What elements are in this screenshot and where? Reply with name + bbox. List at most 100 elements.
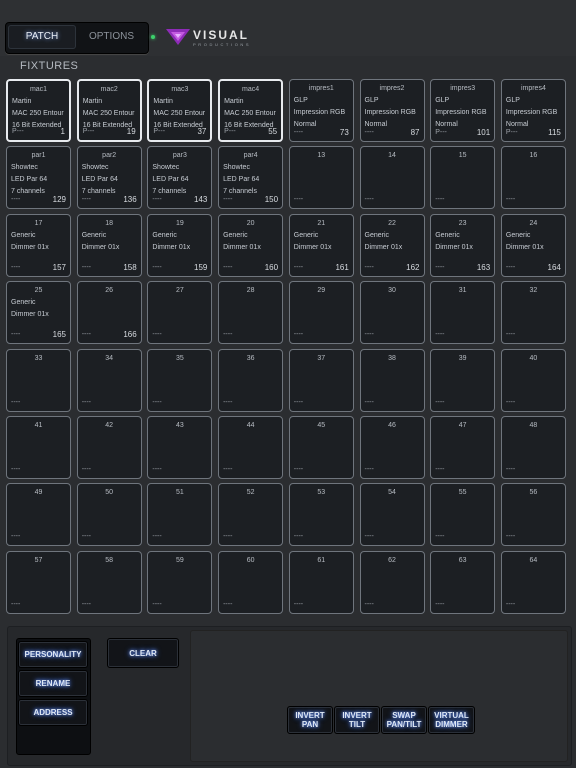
fixture-cell[interactable]: impres4 GLP Impression RGB Normal P--- 115 <box>500 79 566 142</box>
fixture-cell[interactable]: 54 ---- <box>359 483 425 547</box>
fixture-cell[interactable]: impres2 GLP Impression RGB Normal ---- 87 <box>359 79 425 142</box>
swap-pan-tilt-button[interactable]: SWAP PAN/TILT <box>381 706 427 734</box>
fixture-cell[interactable]: 35 ---- <box>147 348 213 412</box>
fixture-address: 87 <box>410 128 420 137</box>
fixture-name: 43 <box>175 422 184 429</box>
fixture-cell[interactable]: 55 ---- <box>430 483 496 547</box>
fixture-flags: ---- <box>152 533 162 541</box>
fixture-cell[interactable]: mac2 Martin MAC 250 Entour 16 Bit Extended P… <box>76 79 142 142</box>
fixture-cell[interactable]: 52 ---- <box>218 483 284 547</box>
fixture-cell[interactable]: 14 ---- <box>359 146 425 210</box>
clear-button[interactable]: CLEAR <box>107 638 179 668</box>
fixture-name: mac1 <box>29 86 48 93</box>
fixture-cell[interactable]: 37 ---- <box>288 348 354 412</box>
fixture-cell[interactable]: mac1 Martin MAC 250 Entour 16 Bit Extended P… <box>6 79 71 142</box>
fixture-cell[interactable]: 15 ---- <box>430 146 496 210</box>
fixture-cell[interactable]: 53 ---- <box>288 483 354 547</box>
invert-pan-button[interactable]: INVERT PAN <box>287 706 333 734</box>
fixture-cell[interactable]: 27 ---- <box>147 281 213 345</box>
fixture-cell[interactable]: 41 ---- <box>6 416 71 479</box>
fixture-cell[interactable]: 23 Generic Dimmer 01x ---- 163 <box>430 213 496 277</box>
fixture-name: 30 <box>388 287 396 295</box>
fixture-cell[interactable]: 56 ---- <box>500 483 566 547</box>
fixture-cell[interactable]: 49 ---- <box>6 483 71 547</box>
fixture-address: 163 <box>476 262 491 272</box>
fixture-cell[interactable]: 51 ---- <box>147 483 213 547</box>
tab-options[interactable]: OPTIONS <box>78 25 145 49</box>
fixture-cell[interactable]: 46 ---- <box>359 416 425 479</box>
fixture-cell[interactable]: 19 Generic Dimmer 01x ---- 159 <box>147 213 213 277</box>
fixture-cell[interactable]: 38 ---- <box>359 348 425 412</box>
fixture-cell[interactable]: 34 ---- <box>76 348 142 412</box>
fixture-flags: ---- <box>152 196 162 204</box>
invert-tilt-button[interactable]: INVERT TILT <box>334 706 380 734</box>
fixture-model: Dimmer 01x <box>11 311 49 319</box>
fixture-cell[interactable]: 63 ---- <box>430 550 496 614</box>
fixture-name: par3 <box>172 152 187 160</box>
fixture-cell[interactable]: 17 Generic Dimmer 01x ---- 157 <box>6 213 71 277</box>
fixture-cell[interactable]: 32 ---- <box>500 281 566 345</box>
fixture-cell[interactable]: 28 ---- <box>218 281 284 345</box>
fixture-cell[interactable]: 48 ---- <box>500 416 566 479</box>
fixture-cell[interactable]: 61 ---- <box>288 550 354 614</box>
fixture-cell[interactable]: par3 Showtec LED Par 64 7 channels ---- 143 <box>147 146 213 210</box>
fixture-cell[interactable]: 62 ---- <box>359 550 425 614</box>
fixture-cell[interactable]: mac4 Martin MAC 250 Entour 16 Bit Extended P… <box>218 79 284 142</box>
fixture-name: impres2 <box>379 85 405 92</box>
tab-patch[interactable]: PATCH <box>8 25 76 49</box>
virtual-dimmer-button[interactable]: VIRTUAL DIMMER <box>428 706 475 734</box>
fixture-cell[interactable]: 18 Generic Dimmer 01x ---- 158 <box>76 213 142 277</box>
fixture-model: Impression RGB <box>293 109 346 116</box>
fixture-name: 26 <box>105 287 114 295</box>
fixture-cell[interactable]: 25 Generic Dimmer 01x ---- 165 <box>6 281 71 345</box>
fixture-cell[interactable]: 58 ---- <box>76 550 142 614</box>
fixture-cell[interactable]: 47 ---- <box>430 416 496 479</box>
fixture-cell[interactable]: impres3 GLP Impression RGB Normal P--- 101 <box>430 79 496 142</box>
fixture-cell[interactable]: 40 ---- <box>500 348 566 412</box>
fixture-cell[interactable]: 45 ---- <box>288 416 354 479</box>
fixture-cell[interactable]: 20 Generic Dimmer 01x ---- 160 <box>218 213 284 277</box>
fixture-cell[interactable]: mac3 Martin MAC 250 Entour 16 Bit Extended P… <box>147 79 213 142</box>
fixture-cell[interactable]: 44 ---- <box>218 416 284 479</box>
personality-button[interactable]: PERSONALITY <box>18 641 88 668</box>
fixture-cell[interactable]: 64 ---- <box>500 550 566 614</box>
fixture-cell[interactable]: impres1 GLP Impression RGB Normal ---- 73 <box>288 79 354 142</box>
fixture-flags: ---- <box>11 331 21 339</box>
fixture-cell[interactable]: par2 Showtec LED Par 64 7 channels ---- 136 <box>76 146 142 210</box>
fixture-cell[interactable]: 50 ---- <box>76 483 142 547</box>
fixture-cell[interactable]: 31 ---- <box>430 281 496 345</box>
fixture-cell[interactable]: 43 ---- <box>147 416 213 479</box>
fixture-cell[interactable]: 59 ---- <box>147 550 213 614</box>
fixture-cell[interactable]: 26 ---- 166 <box>76 281 142 345</box>
fixture-flags: ---- <box>81 196 92 204</box>
fixture-cell[interactable]: 22 Generic Dimmer 01x ---- 162 <box>359 213 425 277</box>
fixture-cell[interactable]: 36 ---- <box>218 348 284 412</box>
fixture-flags: ---- <box>223 600 233 608</box>
fixture-cell[interactable]: par1 Showtec LED Par 64 7 channels ---- 129 <box>6 146 71 210</box>
fixture-name: par2 <box>102 152 117 160</box>
fixture-cell[interactable]: 21 Generic Dimmer 01x ---- 161 <box>288 213 354 277</box>
fixture-name: 31 <box>458 287 467 295</box>
fixture-flags: ---- <box>223 398 233 406</box>
fixture-cell[interactable]: 24 Generic Dimmer 01x ---- 164 <box>500 213 566 277</box>
fixture-flags: ---- <box>364 129 374 136</box>
fixture-cell[interactable]: 60 ---- <box>218 550 284 614</box>
fixture-cell[interactable]: 42 ---- <box>76 416 142 479</box>
fixture-address: 136 <box>123 195 137 205</box>
fixture-cell[interactable]: 33 ---- <box>6 348 71 412</box>
fixture-cell[interactable]: 57 ---- <box>6 550 71 614</box>
rename-button[interactable]: RENAME <box>18 670 88 697</box>
fixture-name: 54 <box>388 489 396 497</box>
fixture-flags: ---- <box>505 466 516 473</box>
fixture-address: 165 <box>52 330 66 340</box>
fixture-cell[interactable]: 39 ---- <box>430 348 496 412</box>
address-button[interactable]: ADDRESS <box>18 699 88 726</box>
fixture-cell[interactable]: 29 ---- <box>288 281 354 345</box>
fixture-flags: ---- <box>435 600 445 608</box>
fixture-name: 40 <box>529 354 538 362</box>
fixture-cell[interactable]: 30 ---- <box>359 281 425 345</box>
fixture-flags: ---- <box>223 466 233 473</box>
fixture-cell[interactable]: 13 ---- <box>288 146 354 210</box>
fixture-cell[interactable]: par4 Showtec LED Par 64 7 channels ---- 150 <box>218 146 284 210</box>
fixture-cell[interactable]: 16 ---- <box>500 146 566 210</box>
